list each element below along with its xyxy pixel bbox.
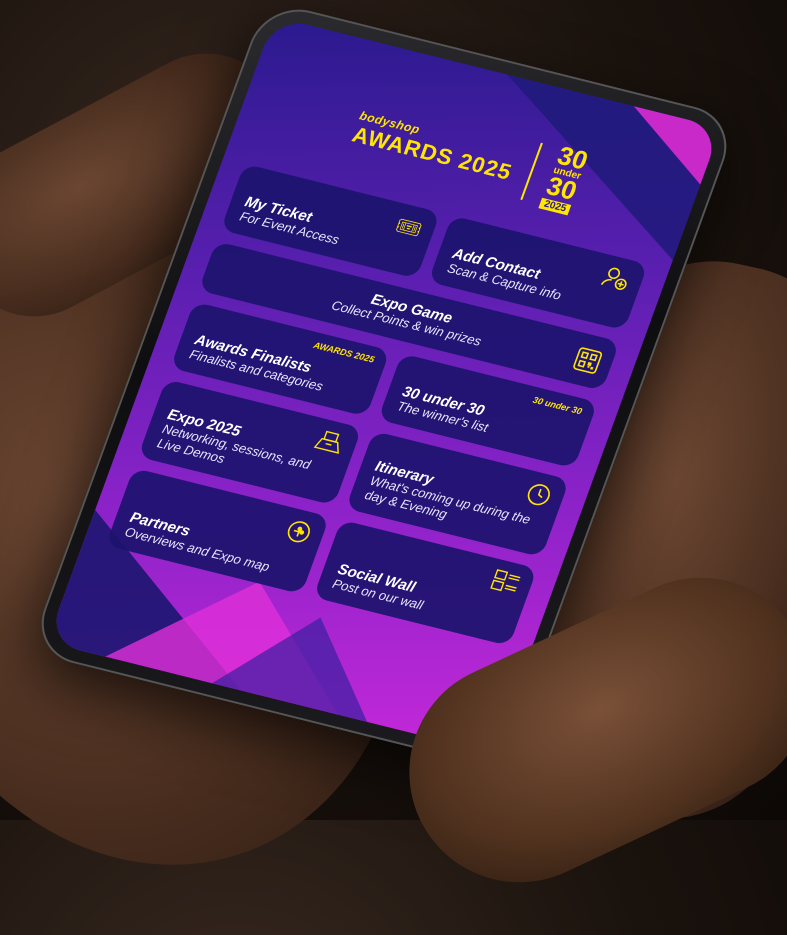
- header-divider: [520, 142, 544, 200]
- add-user-icon: [598, 265, 633, 298]
- brand-title: AWARDS 2025: [349, 121, 516, 185]
- brand-logo: bodyshop AWARDS 2025: [349, 109, 521, 186]
- gallery-icon: [487, 569, 522, 602]
- awards-badge: AWARDS 2025: [312, 340, 376, 365]
- clock-icon: [521, 480, 555, 514]
- thirty-badge: 30 under 30: [531, 394, 584, 417]
- puzzle-icon: [281, 518, 315, 552]
- thirty-under-thirty-logo: 30 under 30 2025: [538, 140, 592, 216]
- qr-code-icon: [570, 346, 604, 380]
